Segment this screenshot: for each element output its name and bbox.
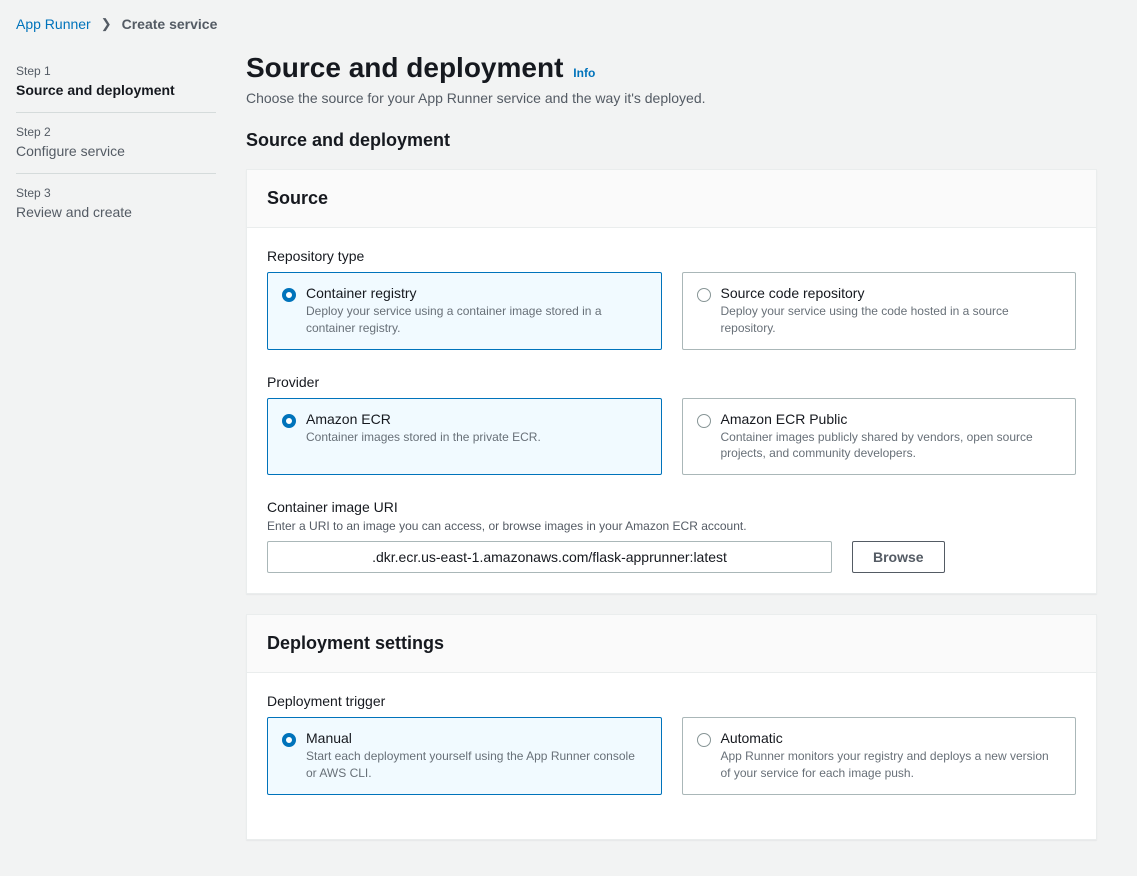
tile-desc: Container images stored in the private E…	[306, 429, 647, 446]
tile-title: Container registry	[306, 285, 647, 301]
tile-title: Manual	[306, 730, 647, 746]
repo-type-source-code[interactable]: Source code repository Deploy your servi…	[682, 272, 1077, 350]
tile-desc: Deploy your service using a container im…	[306, 303, 647, 337]
source-panel: Source Repository type Container registr…	[246, 169, 1097, 594]
breadcrumb: App Runner ❯ Create service	[16, 16, 1097, 32]
step-name: Review and create	[16, 204, 216, 220]
wizard-step-3[interactable]: Step 3 Review and create	[16, 174, 216, 234]
image-uri-label: Container image URI	[267, 499, 1076, 515]
breadcrumb-current: Create service	[122, 16, 218, 32]
info-link[interactable]: Info	[573, 66, 595, 80]
image-uri-hint: Enter a URI to an image you can access, …	[267, 519, 1076, 533]
wizard-step-1[interactable]: Step 1 Source and deployment	[16, 52, 216, 113]
tile-title: Source code repository	[721, 285, 1062, 301]
main-content: Source and deployment Info Choose the so…	[246, 52, 1097, 860]
deployment-panel: Deployment settings Deployment trigger M…	[246, 614, 1097, 840]
radio-icon	[282, 733, 296, 747]
tile-desc: Deploy your service using the code hoste…	[721, 303, 1062, 337]
wizard-sidebar: Step 1 Source and deployment Step 2 Conf…	[16, 52, 216, 860]
tile-title: Amazon ECR Public	[721, 411, 1062, 427]
image-uri-input[interactable]	[267, 541, 832, 573]
tile-title: Amazon ECR	[306, 411, 647, 427]
radio-icon	[697, 414, 711, 428]
chevron-right-icon: ❯	[101, 16, 112, 32]
form-heading: Source and deployment	[246, 130, 1097, 151]
step-label: Step 3	[16, 186, 216, 200]
radio-icon	[697, 733, 711, 747]
repository-type-label: Repository type	[267, 248, 1076, 264]
browse-button[interactable]: Browse	[852, 541, 945, 573]
repo-type-container-registry[interactable]: Container registry Deploy your service u…	[267, 272, 662, 350]
radio-icon	[697, 288, 711, 302]
source-panel-title: Source	[267, 188, 1076, 209]
radio-icon	[282, 288, 296, 302]
step-name: Source and deployment	[16, 82, 216, 98]
step-name: Configure service	[16, 143, 216, 159]
trigger-manual[interactable]: Manual Start each deployment yourself us…	[267, 717, 662, 795]
radio-icon	[282, 414, 296, 428]
trigger-automatic[interactable]: Automatic App Runner monitors your regis…	[682, 717, 1077, 795]
breadcrumb-service-link[interactable]: App Runner	[16, 16, 91, 32]
tile-desc: Start each deployment yourself using the…	[306, 748, 647, 782]
provider-ecr-public[interactable]: Amazon ECR Public Container images publi…	[682, 398, 1077, 476]
provider-label: Provider	[267, 374, 1076, 390]
provider-ecr[interactable]: Amazon ECR Container images stored in th…	[267, 398, 662, 476]
tile-title: Automatic	[721, 730, 1062, 746]
wizard-step-2[interactable]: Step 2 Configure service	[16, 113, 216, 174]
page-title: Source and deployment	[246, 52, 563, 83]
step-label: Step 2	[16, 125, 216, 139]
deployment-trigger-label: Deployment trigger	[267, 693, 1076, 709]
deployment-panel-title: Deployment settings	[267, 633, 1076, 654]
tile-desc: Container images publicly shared by vend…	[721, 429, 1062, 463]
step-label: Step 1	[16, 64, 216, 78]
page-description: Choose the source for your App Runner se…	[246, 90, 1097, 106]
tile-desc: App Runner monitors your registry and de…	[721, 748, 1062, 782]
